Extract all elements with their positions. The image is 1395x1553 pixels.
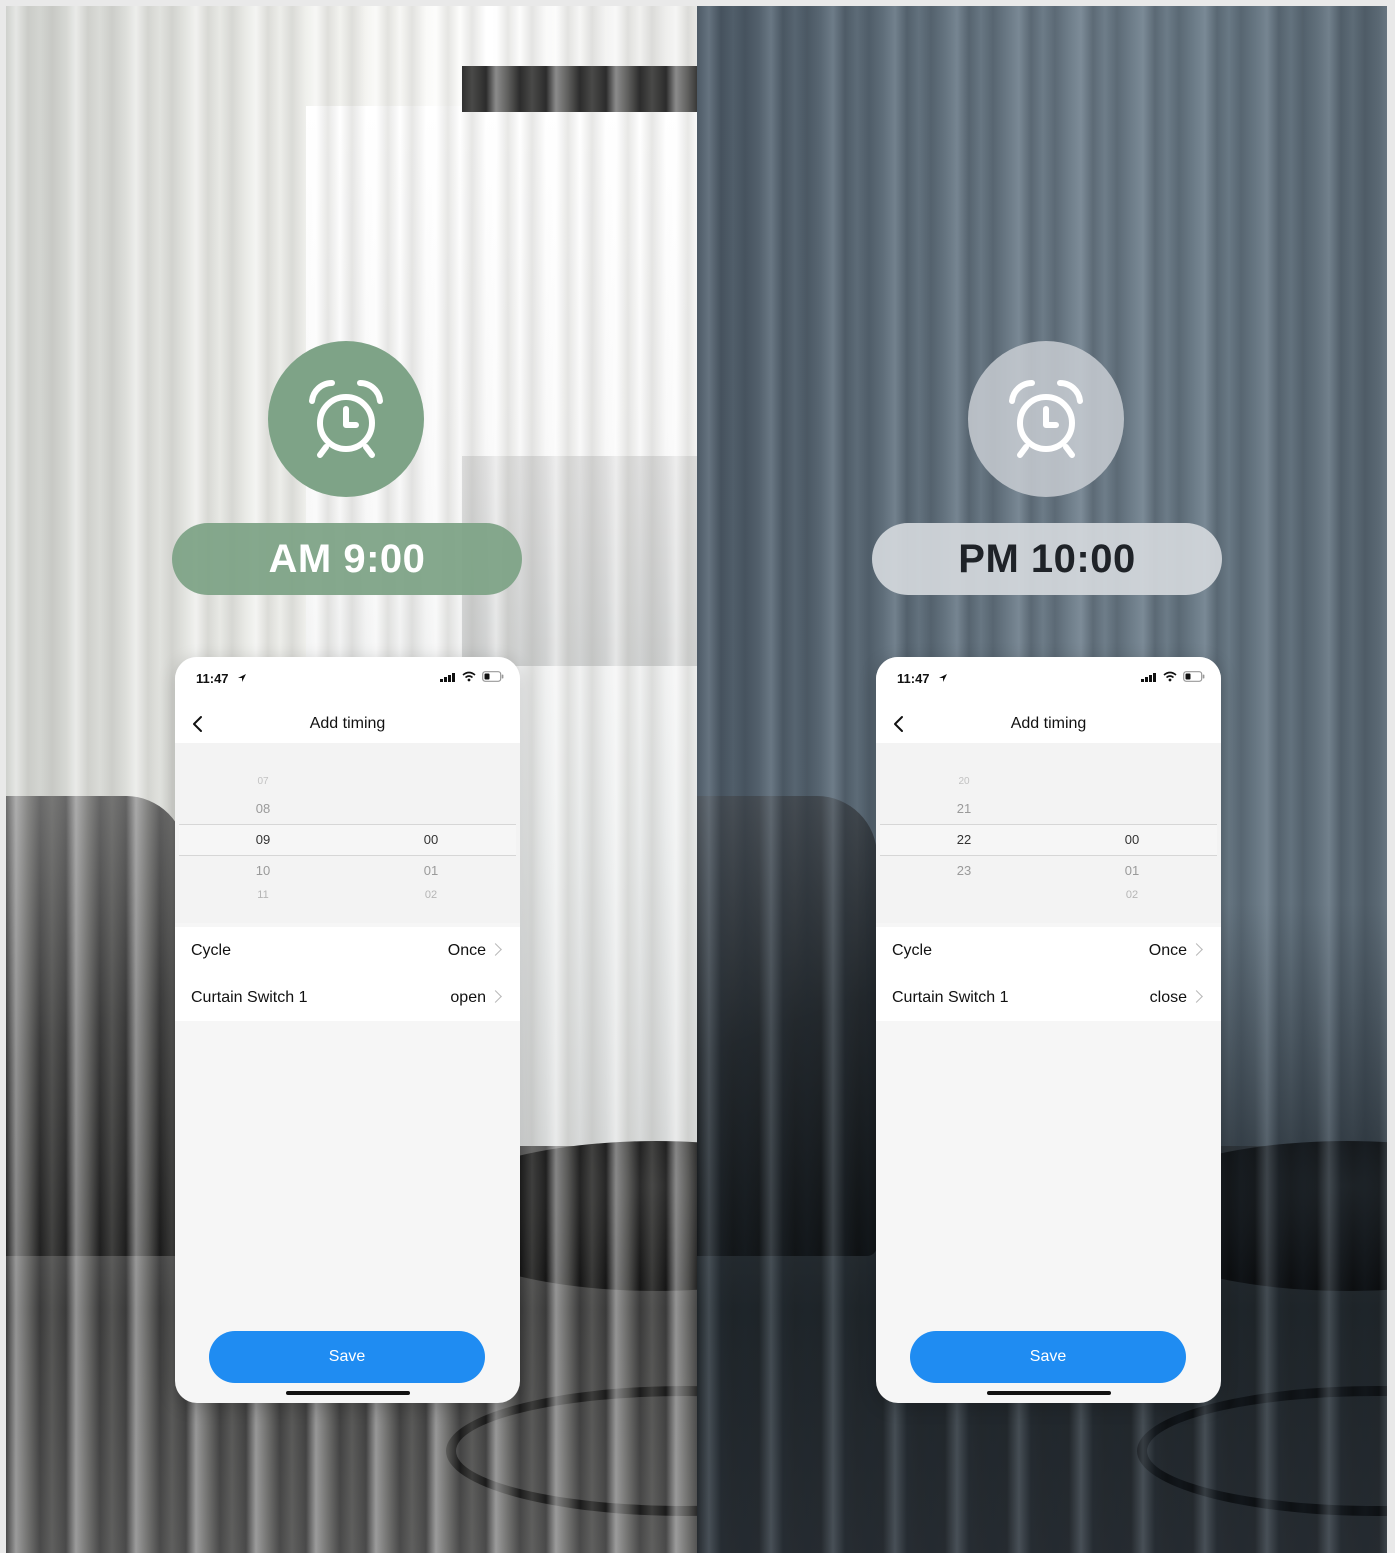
status-bar: 11:47	[876, 657, 1221, 705]
nav-bar: Add timing	[175, 705, 520, 743]
row-label: Cycle	[191, 942, 232, 959]
minute-option-selected[interactable]: 00	[401, 832, 461, 847]
alarm-badge	[268, 341, 424, 497]
minute-column[interactable]: 00 01 02	[401, 743, 461, 923]
picker-selection-band	[880, 824, 1217, 856]
hour-column[interactable]: 07 08 09 10 11	[233, 743, 293, 923]
signal-icon	[440, 672, 455, 682]
row-label: Cycle	[892, 942, 933, 959]
hour-option-selected[interactable]: 22	[934, 832, 994, 847]
minute-option[interactable]: 01	[1102, 863, 1162, 878]
minute-option[interactable]: 01	[401, 863, 461, 878]
chevron-right-icon	[1190, 943, 1203, 956]
curtain-switch-row[interactable]: Curtain Switch 1 close	[876, 974, 1221, 1021]
battery-icon	[482, 671, 504, 682]
row-label: Curtain Switch 1	[191, 989, 308, 1006]
row-label: Curtain Switch 1	[892, 989, 1009, 1006]
location-arrow-icon	[939, 674, 947, 682]
row-value: Once	[1148, 942, 1187, 959]
home-indicator	[286, 1391, 410, 1395]
status-bar: 11:47	[175, 657, 520, 705]
location-arrow-icon	[238, 674, 246, 682]
hour-column[interactable]: 20 21 22 23	[934, 743, 994, 923]
status-icons	[1141, 671, 1205, 682]
chevron-right-icon	[1190, 990, 1203, 1003]
curtain-switch-row[interactable]: Curtain Switch 1 open	[175, 974, 520, 1021]
alarm-badge	[968, 341, 1124, 497]
hour-option[interactable]: 10	[233, 863, 293, 878]
minute-column[interactable]: 00 01 02	[1102, 743, 1162, 923]
cycle-row[interactable]: Cycle Once	[175, 927, 520, 974]
page-title: Add timing	[309, 715, 386, 732]
battery-icon	[1183, 671, 1205, 682]
time-picker[interactable]: 07 08 09 10 11 00 01 02	[175, 743, 520, 923]
day-panel: AM 9:00 11:47 Add timing 07 08 09 10 11	[6, 6, 697, 1553]
signal-icon	[1141, 672, 1156, 682]
status-icons	[440, 671, 504, 682]
page-title: Add timing	[1010, 715, 1087, 732]
scheduled-time-label: AM 9:00	[172, 523, 522, 595]
row-value: close	[1149, 989, 1187, 1006]
save-button[interactable]: Save	[910, 1331, 1186, 1383]
alarm-clock-icon	[1009, 379, 1083, 458]
wifi-icon	[462, 671, 476, 682]
hour-option[interactable]: 21	[934, 801, 994, 816]
nav-bar: Add timing	[876, 705, 1221, 743]
minute-option[interactable]: 02	[1102, 889, 1162, 901]
save-button[interactable]: Save	[209, 1331, 485, 1383]
settings-list: Cycle Once Curtain Switch 1 close	[876, 927, 1221, 1021]
hour-option[interactable]: 08	[233, 801, 293, 816]
row-value: open	[450, 989, 486, 1006]
phone-screen: 11:47 Add timing 20 21 22 23 00 01 02 Cy…	[876, 657, 1221, 1403]
status-time: 11:47	[196, 671, 229, 686]
home-indicator	[987, 1391, 1111, 1395]
settings-list: Cycle Once Curtain Switch 1 open	[175, 927, 520, 1021]
row-value: Once	[447, 942, 486, 959]
cycle-row[interactable]: Cycle Once	[876, 927, 1221, 974]
scheduled-time-label: PM 10:00	[872, 523, 1222, 595]
hour-option[interactable]: 07	[233, 776, 293, 787]
picker-selection-band	[179, 824, 516, 856]
alarm-clock-icon	[309, 379, 383, 458]
hour-option[interactable]: 11	[233, 889, 293, 901]
hour-option[interactable]: 20	[934, 776, 994, 787]
minute-option[interactable]: 02	[401, 889, 461, 901]
hour-option[interactable]: 23	[934, 863, 994, 878]
phone-screen: 11:47 Add timing 07 08 09 10 11 00 01 02…	[175, 657, 520, 1403]
night-panel: PM 10:00 11:47 Add timing 20 21 22 23 00…	[697, 6, 1387, 1553]
status-time: 11:47	[897, 671, 930, 686]
hour-option-selected[interactable]: 09	[233, 832, 293, 847]
chevron-right-icon	[489, 990, 502, 1003]
chevron-right-icon	[489, 943, 502, 956]
minute-option-selected[interactable]: 00	[1102, 832, 1162, 847]
time-picker[interactable]: 20 21 22 23 00 01 02	[876, 743, 1221, 923]
wifi-icon	[1163, 671, 1177, 682]
